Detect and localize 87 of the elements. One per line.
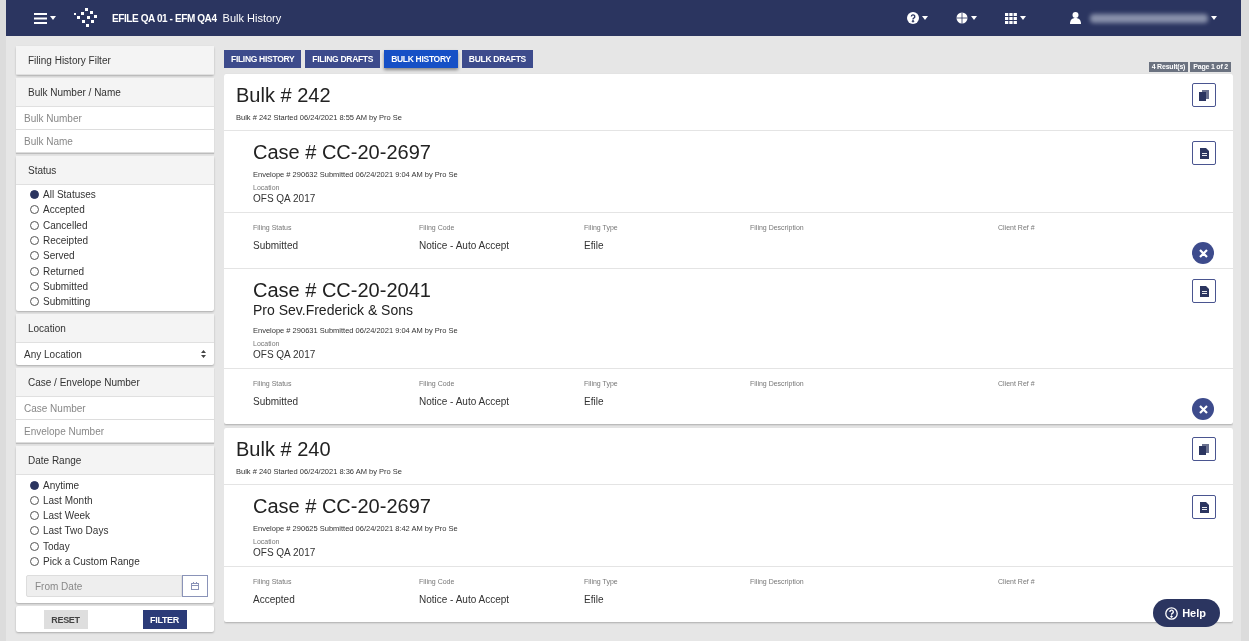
date-field[interactable]: From Date [26, 575, 182, 598]
radio-option[interactable]: Submitting [30, 294, 200, 310]
document-icon [1199, 147, 1209, 159]
document-button[interactable] [1192, 279, 1216, 303]
bulk-title: Bulk # 240 [236, 437, 332, 461]
close-icon [1198, 248, 1208, 258]
caret-icon [1020, 16, 1026, 20]
section-header: Bulk Number / Name [16, 78, 214, 107]
field-value: Notice - Auto Accept [419, 240, 511, 251]
globe-icon [956, 12, 968, 24]
field-value: Efile [584, 240, 605, 251]
tab[interactable]: FILING DRAFTS [305, 50, 381, 68]
cancel-button[interactable] [1192, 242, 1214, 264]
radio-option[interactable]: Served [30, 248, 200, 264]
case-title: Case # CC-20-2041 [253, 279, 432, 301]
location-value: OFS QA 2017 [253, 547, 317, 558]
menu-icon [34, 12, 47, 24]
language-menu-button[interactable] [956, 12, 977, 24]
radio-option[interactable]: Accepted [30, 202, 200, 218]
radio-option[interactable]: Anytime [30, 477, 200, 493]
section-header: Date Range [16, 446, 214, 476]
field-value: Submitted [253, 396, 300, 407]
grid-icon [1005, 12, 1017, 24]
tab[interactable]: BULK DRAFTS [461, 50, 533, 68]
radio-option[interactable]: Last Two Days [30, 523, 200, 539]
radio-option[interactable]: All Statuses [30, 187, 200, 203]
logo-icon [74, 7, 100, 29]
field-value: Accepted [253, 594, 296, 605]
menu-button[interactable] [34, 12, 56, 24]
radio-option[interactable]: Pick a Custom Range [30, 553, 200, 570]
cancel-button[interactable] [1192, 398, 1214, 420]
case-title: Case # CC-20-2697 [253, 495, 432, 517]
field-value: Submitted [253, 240, 300, 251]
radio-option[interactable]: Returned [30, 263, 200, 279]
copy-button[interactable] [1192, 83, 1216, 107]
radio-option[interactable]: Cancelled [30, 217, 200, 233]
user-icon [1070, 12, 1081, 24]
document-button[interactable] [1192, 141, 1216, 165]
user-menu-button[interactable] [1070, 12, 1217, 24]
document-icon [1199, 501, 1209, 513]
help-menu-button[interactable] [907, 12, 928, 24]
field-value: Notice - Auto Accept [419, 594, 511, 605]
tab[interactable]: BULK HISTORY [384, 50, 458, 68]
help-icon [907, 12, 919, 24]
caret-icon [971, 16, 977, 20]
document-button[interactable] [1192, 495, 1216, 519]
help-button[interactable]: Help [1153, 599, 1220, 627]
section-header: Case / Envelope Number [16, 368, 214, 398]
document-icon [1199, 285, 1209, 297]
radio-option[interactable]: Today [30, 538, 200, 554]
page-title: Bulk History [222, 12, 282, 24]
sort-caret-icon [201, 350, 206, 359]
bulk-title: Bulk # 242 [236, 83, 332, 107]
reset-button[interactable]: RESET [43, 610, 88, 630]
location-value: OFS QA 2017 [253, 349, 317, 360]
input-field[interactable]: Envelope Number [16, 420, 214, 444]
radio-option[interactable]: Last Month [30, 492, 200, 508]
copy-icon [1199, 443, 1209, 455]
radio-option[interactable]: Submitted [30, 278, 200, 295]
brand-name: EFILE QA 01 - EFM QA4 [112, 12, 217, 24]
copy-button[interactable] [1192, 437, 1216, 461]
filter-button[interactable]: FILTER [142, 610, 187, 630]
field-value: Notice - Auto Accept [419, 396, 511, 407]
field-value: Efile [584, 396, 605, 407]
section-header: Location [16, 314, 214, 344]
party-name: Pro Sev.Frederick & Sons [253, 301, 415, 319]
caret-icon [922, 16, 928, 20]
case-title: Case # CC-20-2697 [253, 141, 432, 163]
location-select[interactable]: Any Location [16, 343, 214, 366]
radio-option[interactable]: Receipted [30, 232, 200, 249]
input-field[interactable]: Case Number [16, 397, 214, 421]
caret-icon [1211, 16, 1217, 20]
apps-menu-button[interactable] [1005, 12, 1026, 24]
close-icon [1198, 404, 1208, 414]
caret-icon [50, 16, 56, 20]
input-field[interactable]: Bulk Name [16, 130, 214, 153]
radio-option[interactable]: Last Week [30, 507, 200, 524]
sidebar-title: Filing History Filter [16, 46, 214, 75]
location-value: OFS QA 2017 [253, 193, 317, 204]
help-icon [1165, 606, 1179, 620]
calendar-icon [191, 582, 199, 591]
copy-icon [1199, 89, 1209, 101]
field-value: Efile [584, 594, 605, 605]
tab[interactable]: FILING HISTORY [224, 50, 302, 68]
calendar-button[interactable] [182, 575, 208, 598]
input-field[interactable]: Bulk Number [16, 107, 214, 130]
section-header: Status [16, 156, 214, 185]
